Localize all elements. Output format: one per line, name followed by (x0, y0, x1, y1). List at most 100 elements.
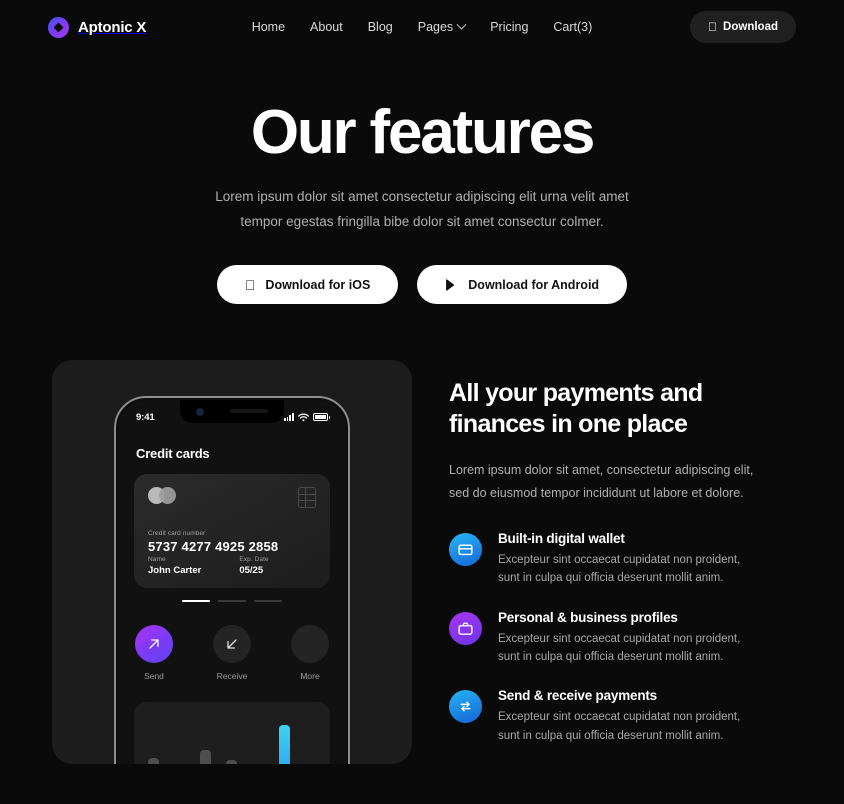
feature-item-profiles: Personal & business profiles Excepteur s… (449, 610, 799, 667)
apple-icon:  (245, 278, 256, 292)
credit-card[interactable]: Credit card number 5737 4277 4925 2858 N… (134, 474, 330, 588)
feature-item-desc-line-2: sunt in culpa qui officia deserunt molli… (498, 572, 724, 585)
features-heading-line-2: finances in one place (449, 410, 688, 439)
hero-subtitle-line-2: tempor egestas fringilla bibe dolor sit … (240, 214, 604, 230)
arrow-up-right-icon (149, 639, 159, 649)
google-play-icon (446, 278, 455, 291)
action-label: Receive (216, 671, 248, 681)
feature-item-desc-line-1: Excepteur sint occaecat cupidatat non pr… (498, 711, 741, 724)
card-exp-label: Exp. Date (239, 556, 269, 563)
more-button[interactable] (291, 625, 329, 663)
pager-dot[interactable] (182, 600, 210, 602)
wallet-card-icon (449, 532, 482, 566)
nav-item-pages[interactable]: Pages (417, 19, 467, 34)
feature-item-wallet: Built-in digital wallet Excepteur sint o… (449, 531, 799, 588)
features-description-line-1: Lorem ipsum dolor sit amet, consectetur … (449, 462, 754, 477)
nav-item-cart[interactable]: Cart(3) (553, 20, 592, 34)
hero-subtitle: Lorem ipsum dolor sit amet consectetur a… (192, 185, 652, 235)
receive-button[interactable] (213, 625, 251, 663)
nav-item-label: Blog (367, 20, 393, 34)
page-title: Our features (250, 98, 595, 167)
landing-page: Aptonic X Home About Blog Pages Pricing … (0, 0, 844, 804)
feature-item-title: Built-in digital wallet (498, 530, 625, 546)
action-send[interactable]: Send (126, 625, 182, 681)
feature-item-desc: Excepteur sint occaecat cupidatat non pr… (498, 551, 740, 588)
chart-bar (200, 749, 212, 764)
action-receive[interactable]: Receive (204, 625, 260, 681)
card-number-label: Credit card number (148, 530, 206, 537)
briefcase-icon (449, 611, 482, 645)
feature-item-desc: Excepteur sint occaecat cupidatat non pr… (498, 630, 740, 667)
nav-item-blog[interactable]: Blog (368, 20, 393, 34)
feature-item-desc: Excepteur sint occaecat cupidatat non pr… (498, 708, 740, 745)
spending-bar-chart (134, 702, 330, 764)
download-ios-button[interactable]:  Download for iOS (216, 265, 399, 305)
feature-item-desc-line-1: Excepteur sint occaecat cupidatat non pr… (498, 553, 741, 566)
nav-item-label: Home (251, 20, 286, 34)
exchange-arrows-icon (449, 690, 482, 724)
feature-item-text: Send & receive payments Excepteur sint o… (498, 688, 740, 745)
feature-item-desc-line-2: sunt in culpa qui officia deserunt molli… (498, 650, 724, 663)
card-number-block: Credit card number 5737 4277 4925 2858 (148, 530, 278, 554)
chart-bar (226, 759, 238, 764)
feature-item-payments: Send & receive payments Excepteur sint o… (449, 688, 799, 745)
quick-actions: Send Receive More (118, 625, 346, 681)
card-name-value: John Carter (148, 565, 202, 576)
card-exp-value: 05/25 (239, 565, 264, 576)
feature-item-title: Personal & business profiles (498, 609, 678, 625)
apple-icon:  (708, 21, 717, 33)
card-carousel-pager[interactable] (118, 600, 346, 602)
pager-dot[interactable] (254, 600, 282, 602)
feature-item-title: Send & receive payments (498, 688, 657, 704)
action-label: Send (144, 671, 164, 681)
card-meta-row: Name John Carter Exp. Date 05/25 (148, 556, 269, 576)
header-download-button[interactable]:  Download (690, 11, 796, 43)
wifi-icon (298, 413, 309, 421)
chart-bar (278, 725, 290, 764)
nav-item-about[interactable]: About (310, 20, 343, 34)
download-ios-label: Download for iOS (260, 277, 370, 292)
features-heading: All your payments and finances in one pl… (449, 378, 799, 441)
feature-item-text: Personal & business profiles Excepteur s… (498, 610, 740, 667)
phone-screen: 9:41 Credit cards Credit card number 573… (118, 400, 346, 764)
phone-mockup: 9:41 Credit cards Credit card number 573… (114, 396, 350, 764)
features-description-line-2: sed do eiusmod tempor incididunt ut labo… (449, 485, 744, 500)
features-heading-line-1: All your payments and (449, 379, 703, 407)
pager-dot[interactable] (218, 600, 246, 602)
card-exp-block: Exp. Date 05/25 (239, 556, 268, 576)
card-name-label: Name (148, 556, 166, 563)
header-download-label: Download (723, 21, 778, 33)
hero-cta-group:  Download for iOS Download for Android (0, 265, 844, 305)
nav-item-pricing[interactable]: Pricing (490, 20, 528, 34)
arrow-down-left-icon (227, 639, 237, 649)
chart-bars (148, 715, 316, 764)
action-label: More (300, 671, 320, 681)
mastercard-icon (148, 487, 176, 504)
action-more[interactable]: More (282, 625, 338, 681)
status-icon-group (283, 413, 330, 422)
hero-section: Our features Lorem ipsum dolor sit amet … (0, 98, 844, 305)
feature-item-desc-line-2: sunt in culpa qui officia deserunt molli… (498, 729, 724, 742)
screen-title: Credit cards (136, 446, 210, 461)
features-description: Lorem ipsum dolor sit amet, consectetur … (449, 459, 799, 505)
phone-status-bar: 9:41 (118, 410, 346, 424)
feature-item-desc-line-1: Excepteur sint occaecat cupidatat non pr… (498, 632, 741, 645)
nav-item-label: Pages (417, 20, 454, 34)
features-section: 9:41 Credit cards Credit card number 573… (0, 360, 844, 804)
features-text-column: All your payments and finances in one pl… (449, 378, 799, 767)
card-chip-icon (298, 487, 316, 508)
card-number-value: 5737 4277 4925 2858 (148, 539, 279, 554)
nav-item-label: Cart(3) (553, 20, 593, 34)
hero-subtitle-line-1: Lorem ipsum dolor sit amet consectetur a… (215, 189, 629, 205)
send-button[interactable] (135, 625, 173, 663)
card-name-block: Name John Carter (148, 556, 201, 576)
download-android-label: Download for Android (463, 277, 599, 292)
chart-bar (148, 757, 159, 764)
cellular-signal-icon (283, 413, 294, 421)
nav-item-label: Pricing (490, 20, 529, 34)
site-header: Aptonic X Home About Blog Pages Pricing … (0, 0, 844, 54)
nav-item-home[interactable]: Home (252, 20, 285, 34)
status-clock: 9:41 (136, 411, 155, 423)
feature-item-text: Built-in digital wallet Excepteur sint o… (498, 531, 740, 588)
download-android-button[interactable]: Download for Android (417, 265, 628, 305)
